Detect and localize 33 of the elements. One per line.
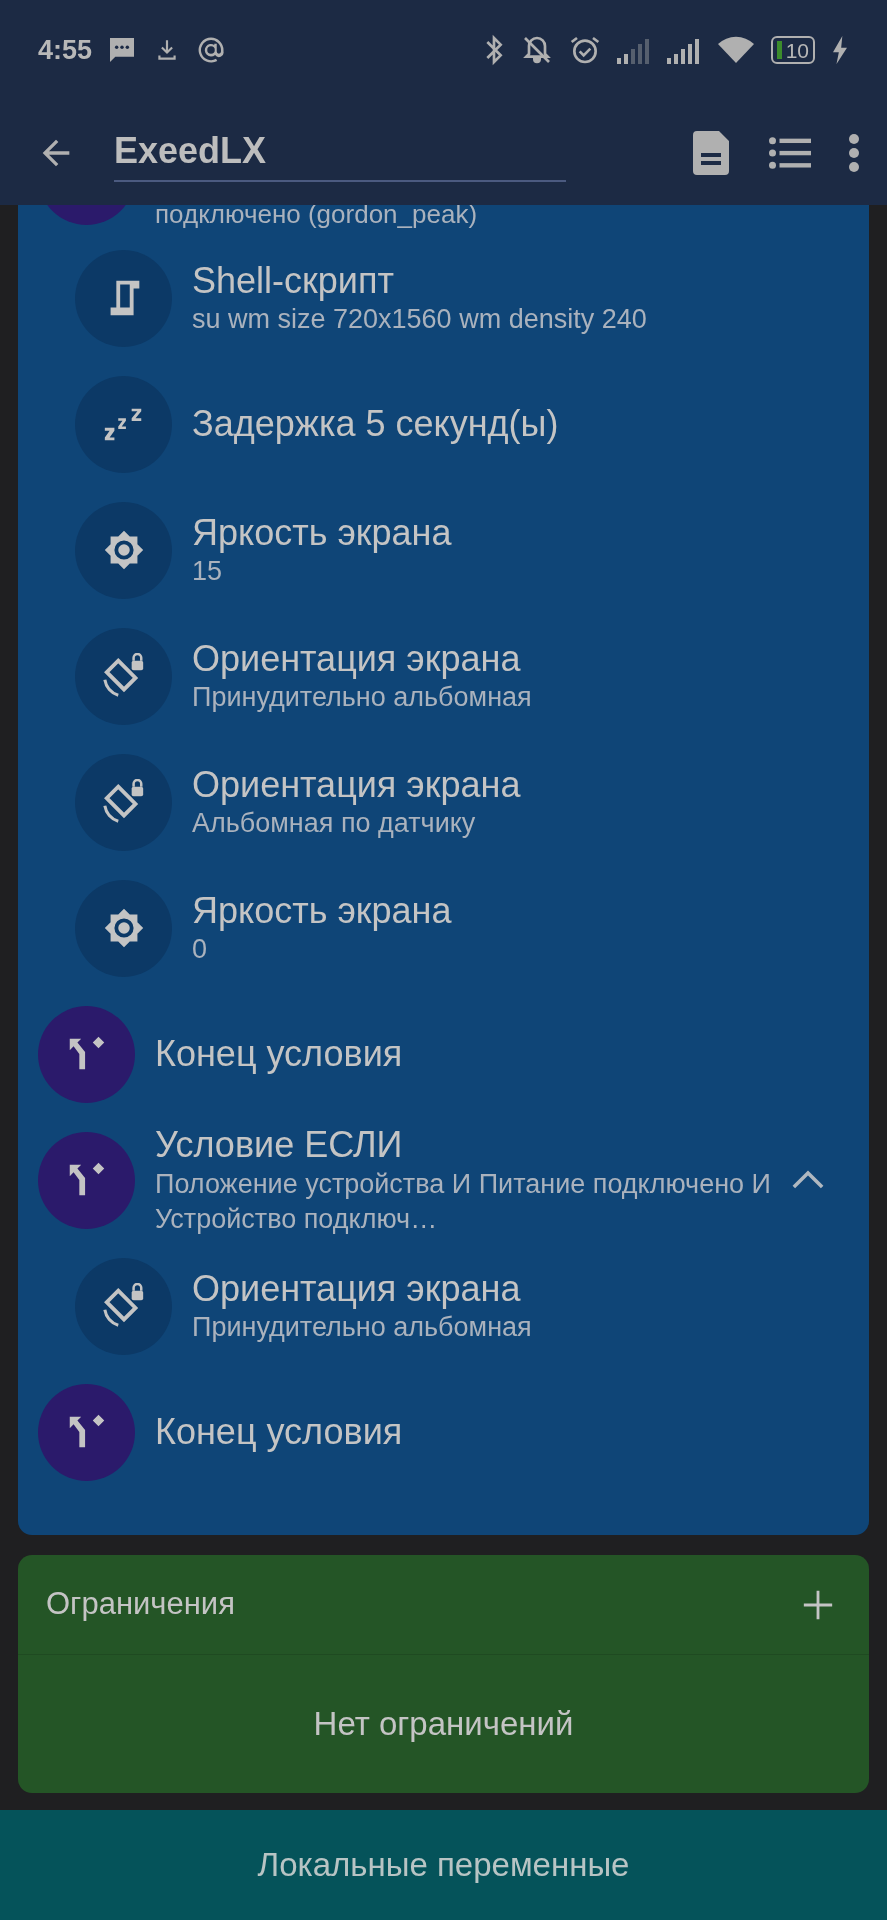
signal-icon bbox=[616, 36, 651, 64]
chevron-up-icon bbox=[791, 1169, 825, 1191]
action-title: Ориентация экрана bbox=[192, 636, 522, 681]
battery-level: 10 bbox=[785, 39, 809, 61]
wifi-icon bbox=[716, 35, 755, 65]
action-detail: 15 bbox=[192, 555, 224, 589]
action-title: Ориентация экрана bbox=[192, 762, 522, 807]
section-title: Ограничения bbox=[46, 1585, 235, 1624]
local-variables-button[interactable]: Локальные переменные bbox=[0, 1810, 887, 1920]
action-detail: подключено (gordon_peak) bbox=[155, 205, 478, 231]
action-detail: Принудительно альбомная bbox=[192, 681, 533, 715]
action-detail: 0 bbox=[192, 933, 209, 967]
battery-charge-bar bbox=[776, 41, 782, 59]
action-title: Яркость экрана bbox=[192, 510, 453, 555]
action-title: Ориентация экрана bbox=[192, 1266, 522, 1311]
alarm-icon bbox=[568, 34, 601, 66]
charging-icon bbox=[831, 36, 849, 64]
action-title: Яркость экрана bbox=[192, 888, 453, 933]
action-detail: Положение устройства И Питание подключено И Устройство подключ… bbox=[155, 1167, 773, 1236]
list-icon bbox=[769, 134, 811, 171]
action-title: Задержка 5 секунд(ы) bbox=[192, 402, 560, 446]
action-detail: Альбомная по датчику bbox=[192, 807, 477, 841]
action-title: Конец условия bbox=[155, 1410, 404, 1454]
status-time: 4:55 bbox=[38, 33, 93, 67]
at-sign-icon bbox=[196, 35, 227, 65]
action-detail: Принудительно альбомная bbox=[192, 1311, 533, 1345]
empty-message: Нет ограничений bbox=[313, 1704, 574, 1745]
action-title: Shell-скрипт bbox=[192, 258, 395, 303]
more-options-icon bbox=[847, 132, 861, 173]
signal-icon bbox=[666, 36, 701, 64]
action-title: Условие ЕСЛИ bbox=[155, 1123, 404, 1167]
action-title: Конец условия bbox=[155, 1032, 404, 1076]
action-detail: su wm size 720x1560 wm density 240 bbox=[192, 303, 648, 337]
